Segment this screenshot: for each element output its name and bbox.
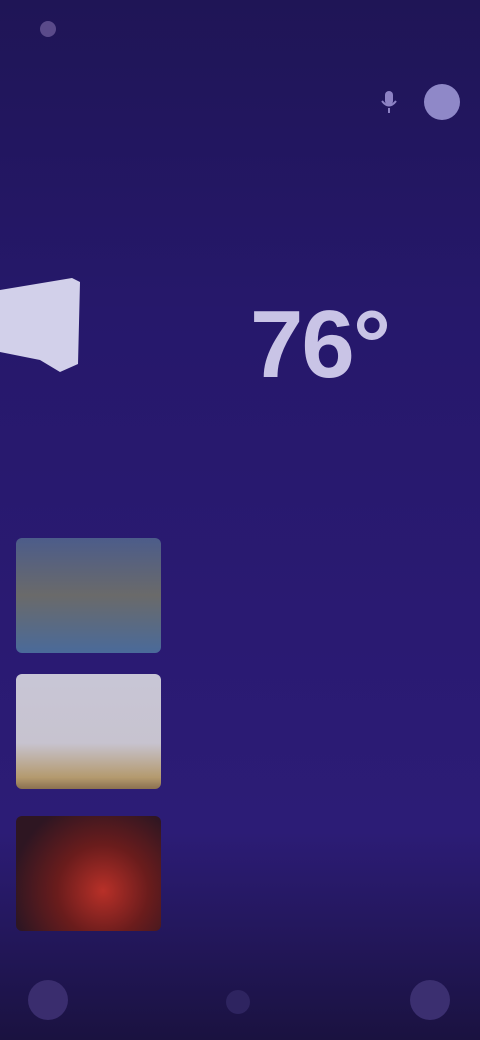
home-icon[interactable] <box>28 980 68 1020</box>
news-text[interactable] <box>182 538 462 548</box>
temperature: 76° <box>250 291 391 398</box>
news-thumbnail[interactable] <box>16 538 161 653</box>
status-bar <box>0 0 480 56</box>
status-left <box>40 20 130 38</box>
header <box>0 82 480 122</box>
notification-icon <box>40 20 56 37</box>
avatar[interactable] <box>424 84 460 120</box>
news-item[interactable] <box>16 816 466 941</box>
mic-icon[interactable] <box>380 90 398 114</box>
news-text[interactable] <box>182 816 462 826</box>
menu-icon[interactable] <box>410 980 450 1020</box>
news-text[interactable] <box>182 674 462 684</box>
news-thumbnail[interactable] <box>16 816 161 931</box>
cloud-icon <box>0 272 90 382</box>
news-item[interactable] <box>16 674 466 799</box>
news-thumbnail[interactable] <box>16 674 161 789</box>
bottom-nav <box>0 960 480 1040</box>
circle-icon[interactable] <box>226 990 250 1014</box>
place-title <box>18 136 468 212</box>
news-item[interactable] <box>16 538 466 663</box>
